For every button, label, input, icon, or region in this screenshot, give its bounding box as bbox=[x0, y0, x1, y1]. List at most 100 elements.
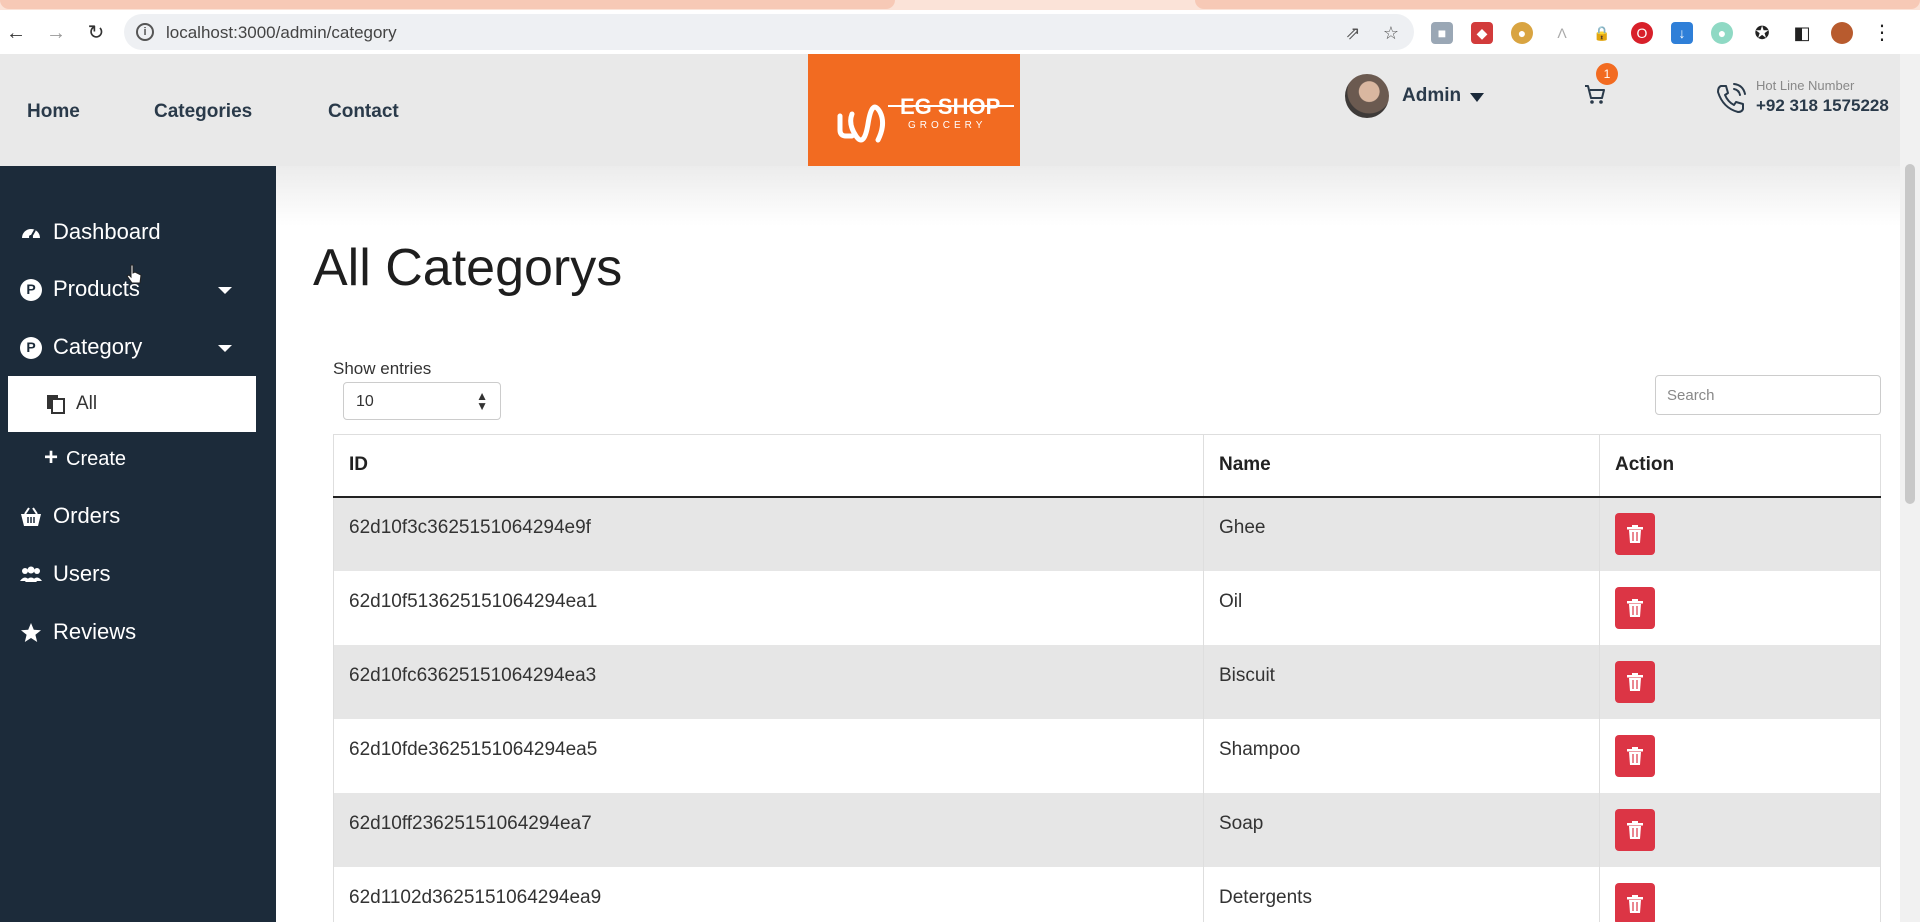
site-header: Home Categories Contact EG SHOP GROCERY … bbox=[0, 54, 1900, 206]
nav-contact-link[interactable]: Contact bbox=[328, 101, 399, 123]
url-text: localhost:3000/admin/category bbox=[166, 23, 397, 42]
table-row: 62d10f3c3625151064294e9f Ghee bbox=[333, 496, 1881, 571]
page-title: All Categorys bbox=[313, 239, 623, 297]
categories-table: ID Name Action 62d10f3c3625151064294e9f … bbox=[333, 434, 1881, 922]
profile-avatar-icon[interactable] bbox=[1831, 22, 1853, 44]
column-header-action: Action bbox=[1599, 434, 1881, 498]
category-id-cell: 62d10f3c3625151064294e9f bbox=[333, 496, 1204, 571]
action-cell bbox=[1599, 792, 1881, 867]
back-icon[interactable]: ← bbox=[2, 19, 30, 47]
admin-menu-label[interactable]: Admin bbox=[1402, 85, 1461, 107]
table-row: 62d10ff23625151064294ea7 Soap bbox=[333, 792, 1881, 867]
delete-button[interactable] bbox=[1615, 660, 1655, 703]
puzzle-extensions-icon[interactable]: ✪ bbox=[1751, 22, 1773, 44]
bookmark-star-icon[interactable]: ☆ bbox=[1380, 22, 1402, 44]
reload-icon[interactable]: ↻ bbox=[82, 19, 110, 47]
trash-icon bbox=[1627, 820, 1643, 839]
category-id-cell: 62d10fc63625151064294ea3 bbox=[333, 644, 1204, 719]
sidebar-subitem-label: All bbox=[76, 393, 98, 414]
column-header-id[interactable]: ID bbox=[333, 434, 1204, 498]
category-name-cell: Soap bbox=[1203, 792, 1600, 867]
browser-menu-icon[interactable]: ⋮ bbox=[1871, 22, 1893, 44]
column-header-name[interactable]: Name bbox=[1203, 434, 1600, 498]
category-id-cell: 62d1102d3625151064294ea9 bbox=[333, 866, 1204, 922]
nav-categories-link[interactable]: Categories bbox=[154, 101, 252, 123]
cookie-extension-icon[interactable]: ● bbox=[1511, 22, 1533, 44]
logo-subtext: GROCERY bbox=[908, 120, 987, 131]
select-sort-arrows-icon: ▲ ▼ bbox=[476, 389, 488, 413]
action-cell bbox=[1599, 718, 1881, 793]
category-name-cell: Biscuit bbox=[1203, 644, 1600, 719]
download-extension-icon[interactable]: ↓ bbox=[1671, 22, 1693, 44]
category-caret-down-icon[interactable] bbox=[218, 345, 232, 352]
sidebar-item-label: Category bbox=[53, 334, 143, 359]
lock-extension-icon[interactable]: 🔒 bbox=[1591, 22, 1613, 44]
action-cell bbox=[1599, 644, 1881, 719]
trash-icon bbox=[1627, 598, 1643, 617]
table-row: 62d1102d3625151064294ea9 Detergents bbox=[333, 866, 1881, 922]
product-icon: P bbox=[20, 279, 42, 301]
page-scrollbar[interactable] bbox=[1900, 54, 1920, 922]
table-row: 62d10fc63625151064294ea3 Biscuit bbox=[333, 644, 1881, 719]
share-icon[interactable]: ⇗ bbox=[1342, 22, 1364, 44]
cart-icon[interactable] bbox=[1583, 82, 1607, 106]
category-id-cell: 62d10fde3625151064294ea5 bbox=[333, 718, 1204, 793]
logo-text: EG SHOP bbox=[900, 94, 1001, 119]
phone-icon bbox=[1717, 83, 1746, 113]
category-id-cell: 62d10ff23625151064294ea7 bbox=[333, 792, 1204, 867]
copy-pages-icon bbox=[47, 395, 65, 414]
category-name-cell: Ghee bbox=[1203, 496, 1600, 571]
category-name-cell: Oil bbox=[1203, 570, 1600, 645]
site-info-icon[interactable]: i bbox=[136, 23, 154, 41]
entries-select-value: 10 bbox=[356, 393, 374, 410]
star-icon bbox=[21, 623, 41, 642]
sidebar-subitem-label: Create bbox=[66, 448, 127, 470]
delete-button[interactable] bbox=[1615, 513, 1655, 555]
plus-icon: + bbox=[44, 444, 59, 471]
extension-icon[interactable]: ■ bbox=[1431, 22, 1453, 44]
browser-toolbar: ← → ↻ i localhost:3000/admin/category ⇗ … bbox=[0, 10, 1920, 54]
address-bar[interactable]: i localhost:3000/admin/category ⇗ ☆ bbox=[124, 14, 1414, 50]
delete-button[interactable] bbox=[1615, 882, 1655, 922]
extension-icon[interactable]: ◆ bbox=[1471, 22, 1493, 44]
admin-avatar[interactable] bbox=[1345, 74, 1389, 118]
sidebar-item-label: Reviews bbox=[53, 619, 137, 644]
hotline-number: +92 318 1575228 bbox=[1756, 96, 1889, 115]
action-cell bbox=[1599, 496, 1881, 571]
table-row: 62d10fde3625151064294ea5 Shampoo bbox=[333, 718, 1881, 793]
hotline-label: Hot Line Number bbox=[1756, 78, 1855, 93]
nav-home-link[interactable]: Home bbox=[27, 101, 80, 123]
sidebar-subitem-all[interactable]: All bbox=[8, 376, 256, 432]
scrollbar-thumb[interactable] bbox=[1905, 164, 1915, 504]
opera-extension-icon[interactable]: O bbox=[1631, 22, 1653, 44]
sidebar-subitem-create[interactable]: + Create bbox=[44, 444, 126, 472]
trash-icon bbox=[1627, 894, 1643, 913]
category-name-cell: Shampoo bbox=[1203, 718, 1600, 793]
category-id-cell: 62d10f513625151064294ea1 bbox=[333, 570, 1204, 645]
show-entries-label: Show entries bbox=[333, 359, 432, 378]
delete-button[interactable] bbox=[1615, 808, 1655, 851]
extension-icon[interactable]: Λ bbox=[1551, 22, 1573, 44]
table-row: 62d10f513625151064294ea1 Oil bbox=[333, 570, 1881, 645]
dashboard-icon bbox=[22, 229, 40, 239]
category-icon: P bbox=[20, 337, 42, 359]
side-panel-icon[interactable]: ◧ bbox=[1791, 22, 1813, 44]
hand-pointer-cursor-icon bbox=[126, 264, 142, 284]
extension-icon[interactable]: ● bbox=[1711, 22, 1733, 44]
trash-icon bbox=[1627, 746, 1643, 765]
admin-caret-down-icon[interactable] bbox=[1470, 93, 1484, 102]
entries-per-page-select[interactable]: 10 ▲ ▼ bbox=[343, 382, 501, 420]
products-caret-down-icon[interactable] bbox=[218, 287, 232, 294]
table-search-input[interactable] bbox=[1655, 375, 1881, 415]
basket-icon bbox=[21, 507, 41, 526]
users-icon bbox=[20, 566, 42, 582]
action-cell bbox=[1599, 570, 1881, 645]
browser-tab[interactable] bbox=[1195, 0, 1920, 9]
forward-icon[interactable]: → bbox=[42, 19, 70, 47]
delete-button[interactable] bbox=[1615, 734, 1655, 777]
sidebar-item-label: Orders bbox=[53, 503, 121, 528]
delete-button[interactable] bbox=[1615, 586, 1655, 629]
category-name-cell: Detergents bbox=[1203, 866, 1600, 922]
browser-tab[interactable] bbox=[0, 0, 895, 9]
table-header-row: ID Name Action bbox=[333, 434, 1881, 498]
